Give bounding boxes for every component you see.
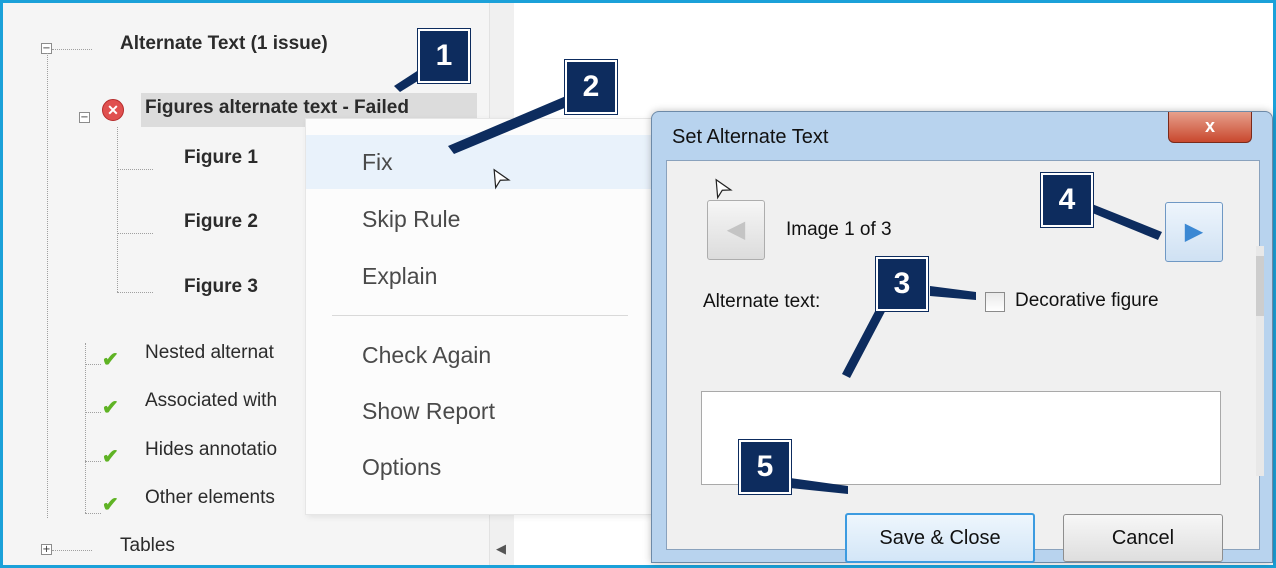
callout-badge-4: 4 [1041, 173, 1093, 227]
callout-badge-2: 2 [565, 60, 617, 114]
callout-arrows [394, 60, 1162, 494]
callout-arrow-4 [1090, 204, 1162, 240]
callout-badge-3: 3 [876, 257, 928, 311]
callout-arrow-3-pointer [930, 286, 976, 300]
callout-badge-5: 5 [739, 440, 791, 494]
callout-arrow-2 [448, 96, 574, 154]
callout-badge-1: 1 [418, 29, 470, 83]
callout-arrow-5 [790, 478, 848, 494]
